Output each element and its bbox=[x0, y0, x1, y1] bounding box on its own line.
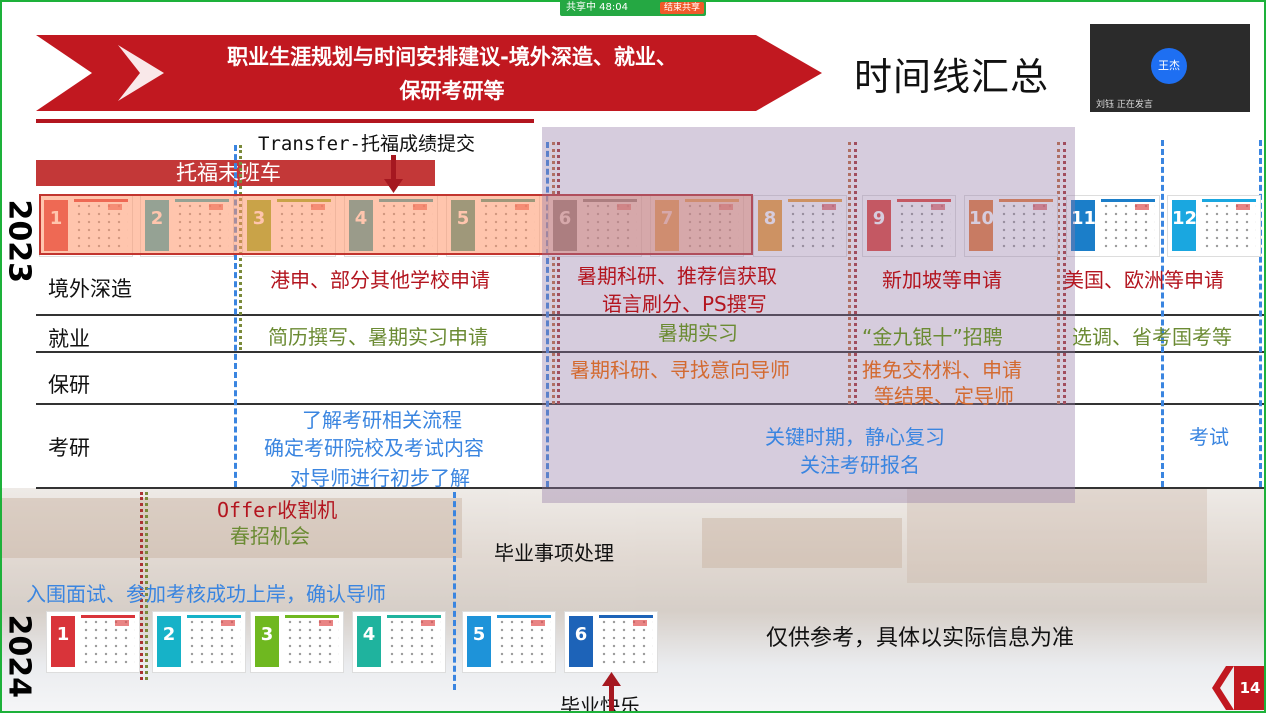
kaoyan-a1: 了解考研相关流程 bbox=[302, 408, 462, 432]
slide-frame: 职业生涯规划与时间安排建议-境外深造、就业、 保研考研等 时间线汇总 王杰 刘钰… bbox=[0, 0, 1266, 713]
employment-resume: 简历撰写、暑期实习申请 bbox=[268, 325, 488, 349]
calendar-marker bbox=[531, 620, 545, 626]
calendar-marker bbox=[1135, 204, 1149, 210]
overseas-summer-2: 语言刷分、PS撰写 bbox=[602, 292, 767, 316]
employment-jinjiu: “金九银十”招聘 bbox=[862, 325, 1003, 349]
overseas-sg: 新加坡等申请 bbox=[882, 268, 1002, 292]
month-2024-calendar-2: 2 bbox=[152, 611, 246, 673]
disclaimer: 仅供参考，具体以实际信息为准 bbox=[766, 626, 1075, 651]
share-status: 共享中 48:04 bbox=[566, 2, 628, 13]
kaoyan-test: 考试 bbox=[1189, 425, 1229, 449]
banner-title-line1: 职业生涯规划与时间安排建议-境外深造、就业、 bbox=[227, 45, 677, 69]
calendar-marker bbox=[115, 620, 129, 626]
grad-affairs-label: 毕业事项处理 bbox=[494, 541, 614, 565]
page-chevron-icon bbox=[1212, 666, 1234, 710]
speaking-indicator: 刘钰 正在发言 bbox=[1096, 100, 1153, 110]
graduation-label: 毕业快乐 bbox=[560, 694, 640, 713]
overseas-us: 美国、欧洲等申请 bbox=[1064, 268, 1224, 292]
calendar-marker bbox=[319, 620, 333, 626]
arrow-up-icon bbox=[602, 672, 621, 711]
overseas-summer-1: 暑期科研、推荐信获取 bbox=[577, 264, 777, 288]
calendar-marker bbox=[421, 620, 435, 626]
offer-label: Offer收割机 bbox=[217, 498, 338, 522]
title-underline bbox=[36, 119, 534, 123]
baoyan-summer: 暑期科研、寻找意向导师 bbox=[570, 358, 790, 382]
calendar-month-number: 12 bbox=[1172, 200, 1197, 251]
page-title: 时间线汇总 bbox=[854, 55, 1050, 99]
baoyan-line1: 推免交材料、申请 bbox=[862, 358, 1022, 382]
year-2023-label: 2023 bbox=[1, 199, 37, 284]
calendar-month-number: 5 bbox=[467, 616, 491, 667]
row-label-baoyan: 保研 bbox=[48, 373, 90, 397]
timeline-divider bbox=[1161, 140, 1164, 487]
row-label-kaoyan: 考研 bbox=[48, 436, 90, 460]
month-2023-calendar-11: 11 bbox=[1066, 195, 1160, 257]
timeline-divider bbox=[1259, 140, 1262, 487]
calendar-marker bbox=[1236, 204, 1250, 210]
banner-title: 职业生涯规划与时间安排建议-境外深造、就业、 保研考研等 bbox=[152, 40, 752, 108]
month-2024-calendar-6: 6 bbox=[564, 611, 658, 673]
month-2023-calendar-12: 12 bbox=[1167, 195, 1261, 257]
toefl-last-bus-label: 托福末班车 bbox=[176, 161, 281, 185]
interview-label: 入围面试、参加考核成功上岸，确认导师 bbox=[26, 582, 386, 606]
screen-share-bar: 共享中 48:04 结束共享 bbox=[560, 0, 706, 16]
baoyan-line2: 等结果、定导师 bbox=[874, 384, 1014, 408]
stop-share-button[interactable]: 结束共享 bbox=[659, 2, 704, 14]
calendar-month-number: 2 bbox=[157, 616, 181, 667]
kaoyan-a3: 对导师进行初步了解 bbox=[290, 466, 470, 490]
month-2024-calendar-3: 3 bbox=[250, 611, 344, 673]
year-2024-label: 2024 bbox=[1, 614, 37, 699]
kaoyan-k1: 关键时期，静心复习 bbox=[765, 425, 945, 449]
calendar-month-number: 6 bbox=[569, 616, 593, 667]
kaoyan-k2: 关注考研报名 bbox=[800, 453, 920, 477]
overseas-hk: 港申、部分其他学校申请 bbox=[270, 268, 490, 292]
month-2024-calendar-4: 4 bbox=[352, 611, 446, 673]
spring-label: 春招机会 bbox=[230, 524, 310, 548]
toefl-submit-label: Transfer-托福成绩提交 bbox=[258, 133, 475, 155]
page-number: 14 bbox=[1234, 666, 1264, 710]
avatar: 王杰 bbox=[1151, 48, 1187, 84]
employment-exam: 选调、省考国考等 bbox=[1072, 325, 1232, 349]
calendar-marker bbox=[633, 620, 647, 626]
timeline-divider bbox=[453, 492, 456, 690]
calendar-month-number: 3 bbox=[255, 616, 279, 667]
month-2024-calendar-5: 5 bbox=[462, 611, 556, 673]
banner-title-line2: 保研考研等 bbox=[399, 79, 505, 103]
calendar-marker bbox=[221, 620, 235, 626]
row-label-overseas: 境外深造 bbox=[48, 277, 132, 301]
row-label-employment: 就业 bbox=[48, 327, 90, 351]
calendar-month-number: 1 bbox=[51, 616, 75, 667]
calendar-month-number: 4 bbox=[357, 616, 381, 667]
employment-intern: 暑期实习 bbox=[658, 321, 738, 345]
month-2024-calendar-1: 1 bbox=[46, 611, 140, 673]
kaoyan-a2: 确定考研院校及考试内容 bbox=[264, 436, 484, 460]
arrow-down-icon bbox=[384, 155, 403, 193]
video-tile[interactable]: 王杰 刘钰 正在发言 bbox=[1090, 24, 1250, 112]
